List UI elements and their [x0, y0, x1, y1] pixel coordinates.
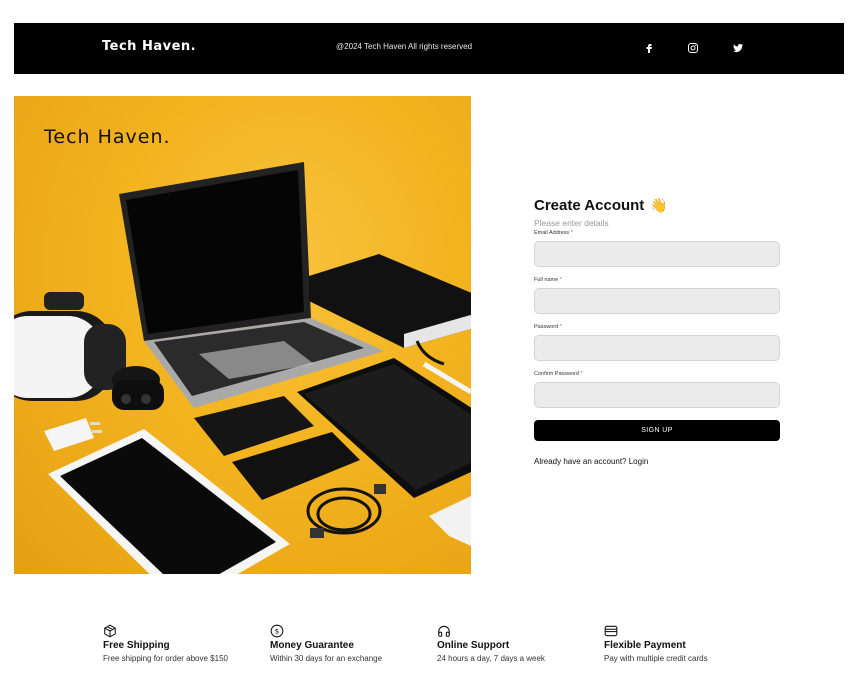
- login-link[interactable]: Already have an account? Login: [534, 457, 780, 466]
- charger-icon: [44, 418, 102, 451]
- paper-icon: [429, 496, 471, 546]
- required-mark: *: [559, 324, 562, 330]
- password-field[interactable]: [534, 335, 780, 361]
- vr-headset-icon: [14, 292, 126, 401]
- tablet-white-icon: [48, 429, 290, 574]
- feature-money-guarantee: $ Money Guarantee Within 30 days for an …: [270, 624, 430, 663]
- form-title-text: Create Account: [534, 196, 645, 214]
- password-label-text: Password: [534, 324, 559, 330]
- headphones-icon: [438, 625, 450, 637]
- top-bar: Tech Haven. @2024 Tech Haven All rights …: [14, 23, 844, 74]
- feature-title: Flexible Payment: [604, 640, 686, 651]
- credit-card-icon: [604, 625, 618, 637]
- password-label: Password *: [534, 324, 780, 330]
- feature-desc: Free shipping for order above $150: [103, 654, 228, 663]
- form-subtitle: Please enter details: [534, 218, 609, 228]
- confirm-password-field[interactable]: [534, 382, 780, 408]
- waving-hand-icon: 👋: [650, 196, 668, 213]
- required-mark: *: [570, 230, 573, 236]
- feature-desc: 24 hours a day, 7 days a week: [437, 654, 545, 663]
- fullname-label-text: Full name: [534, 277, 559, 283]
- confirm-password-label: Confirm Password *: [534, 371, 780, 377]
- hero-image: Tech Haven.: [14, 96, 471, 574]
- confirm-password-label-text: Confirm Password: [534, 371, 579, 377]
- feature-title: Online Support: [437, 640, 510, 651]
- fullname-label: Full name *: [534, 277, 780, 283]
- required-mark: *: [580, 371, 583, 377]
- svg-text:$: $: [275, 628, 279, 636]
- feature-title: Money Guarantee: [270, 640, 354, 651]
- copyright-text: @2024 Tech Haven All rights reserved: [336, 42, 473, 51]
- signup-form: Create Account 👋 Please enter details Em…: [534, 195, 780, 466]
- feature-online-support: Online Support 24 hours a day, 7 days a …: [437, 624, 597, 663]
- email-label-text: Email Address: [534, 230, 570, 236]
- form-title: Create Account 👋: [534, 195, 780, 215]
- hero-brand: Tech Haven.: [44, 126, 171, 148]
- feature-title: Free Shipping: [103, 640, 170, 651]
- facebook-icon[interactable]: [640, 39, 658, 57]
- dollar-circle-icon: $: [270, 624, 284, 638]
- gadgets-illustration: [14, 162, 471, 574]
- email-label: Email Address *: [534, 230, 780, 236]
- required-mark: *: [559, 277, 562, 283]
- twitter-icon[interactable]: [729, 39, 747, 57]
- feature-desc: Within 30 days for an exchange: [270, 654, 383, 663]
- cable-icon: [306, 484, 386, 538]
- sign-up-button[interactable]: SIGN UP: [534, 420, 780, 441]
- package-icon: [104, 624, 116, 638]
- email-field[interactable]: [534, 241, 780, 267]
- fullname-field[interactable]: [534, 288, 780, 314]
- earbuds-case-icon: [112, 366, 164, 410]
- feature-free-shipping: Free Shipping Free shipping for order ab…: [103, 624, 263, 663]
- feature-desc: Pay with multiple credit cards: [604, 654, 708, 663]
- feature-flexible-payment: Flexible Payment Pay with multiple credi…: [604, 624, 764, 663]
- header-brand[interactable]: Tech Haven.: [102, 39, 196, 54]
- instagram-icon[interactable]: [684, 39, 702, 57]
